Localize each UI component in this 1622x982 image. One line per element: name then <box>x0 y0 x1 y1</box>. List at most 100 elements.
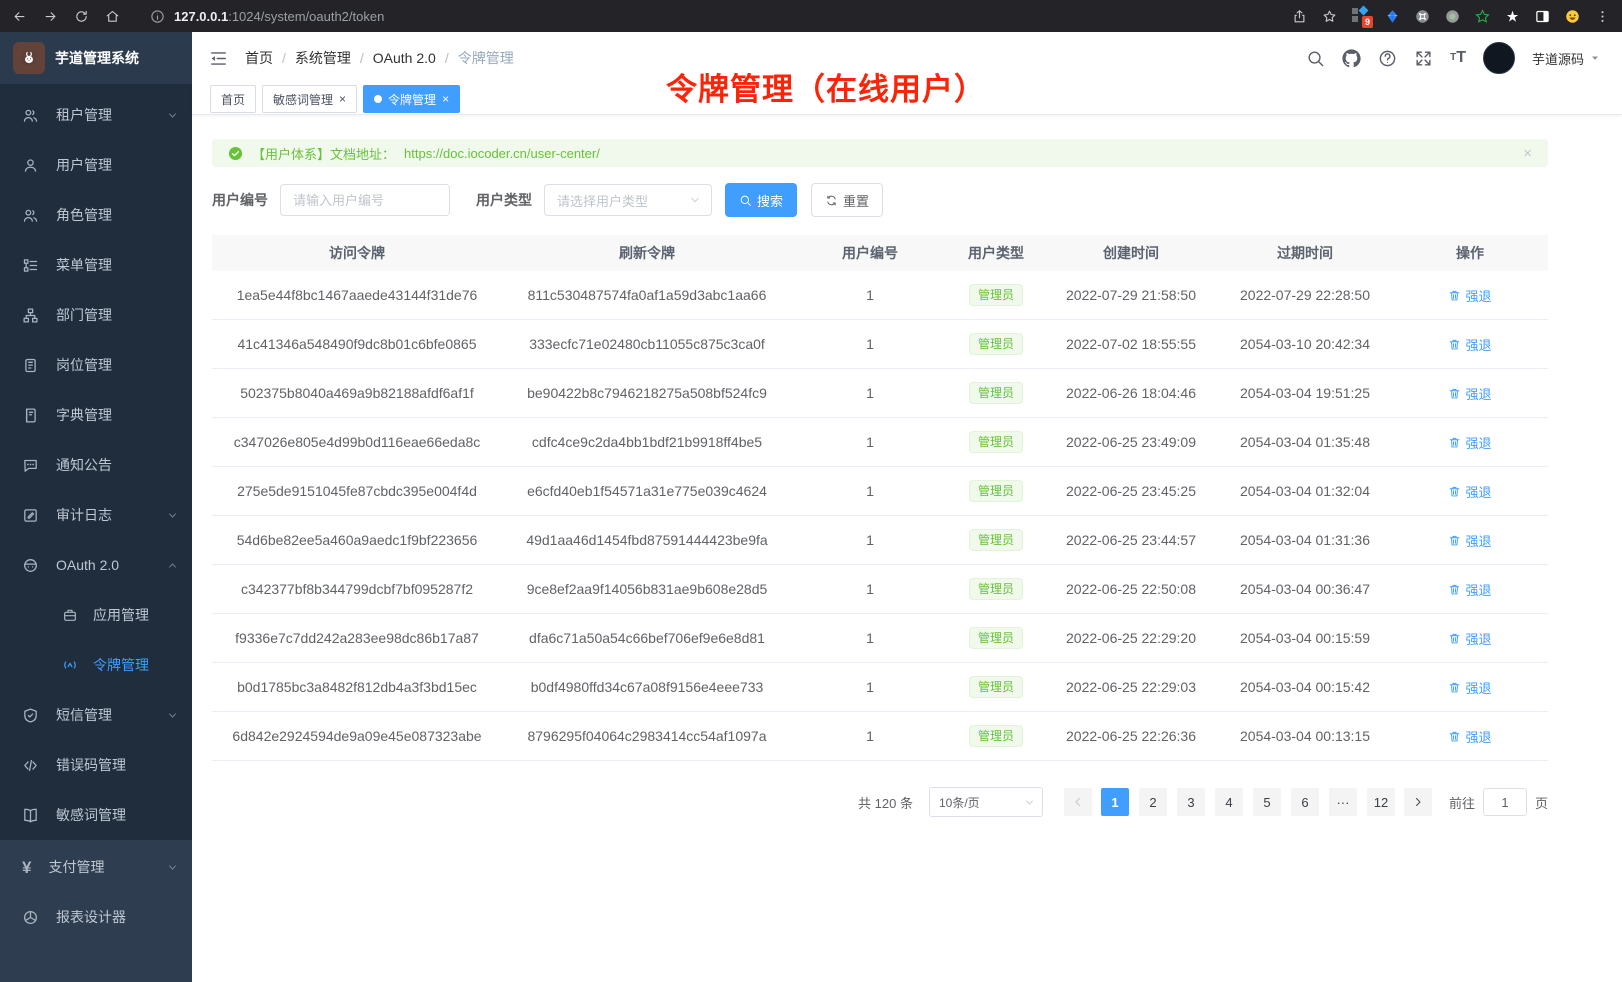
access-token-cell: 54d6be82ee5a460a9aedc1f9bf223656 <box>237 532 478 548</box>
sidebar-menu: 租户管理用户管理角色管理菜单管理部门管理岗位管理字典管理通知公告审计日志 OAut… <box>0 84 192 840</box>
chevron-down-icon <box>689 194 701 206</box>
sidebar-item-2[interactable]: 角色管理 <box>0 190 192 240</box>
expire-time-cell: 2022-07-29 22:28:50 <box>1240 287 1370 303</box>
sidebar-item-6[interactable]: 字典管理 <box>0 390 192 440</box>
sidebar-item-label: OAuth 2.0 <box>56 557 119 573</box>
user-type-select[interactable]: 请选择用户类型 <box>544 184 712 216</box>
force-logout-label: 强退 <box>1465 727 1491 746</box>
doc-link[interactable]: https://doc.iocoder.cn/user-center/ <box>404 146 600 161</box>
user-avatar[interactable] <box>1483 42 1515 74</box>
page-info-icon[interactable] <box>150 9 165 24</box>
tab-close-icon[interactable]: × <box>339 92 346 106</box>
cell-access: b0d1785bc3a8482f812db4a3f3bd15ec <box>212 679 502 695</box>
goto-page-input[interactable] <box>1483 788 1527 816</box>
force-logout-label: 强退 <box>1465 678 1491 697</box>
sidebar-item-1[interactable]: 用户管理 <box>0 140 192 190</box>
alert-close-icon[interactable]: × <box>1523 145 1532 162</box>
reset-button[interactable]: 重置 <box>811 183 883 217</box>
breadcrumb-item-0[interactable]: 首页 <box>245 48 273 68</box>
sidebar-item-11[interactable]: 令牌管理 <box>0 640 192 690</box>
emoji-profile-icon[interactable] <box>1565 9 1580 24</box>
page-button-5[interactable]: 5 <box>1253 788 1281 816</box>
url-bar[interactable]: 127.0.0.1:1024/system/oauth2/token <box>150 9 384 24</box>
sidebar-item-9[interactable]: OAuth 2.0 <box>0 540 192 590</box>
page-size-select[interactable]: 10条/页 <box>929 787 1043 817</box>
user-id-cell: 1 <box>866 336 874 352</box>
browser-forward-icon[interactable] <box>43 9 58 24</box>
sidebar-item-7[interactable]: 通知公告 <box>0 440 192 490</box>
sidebar-item-13[interactable]: 错误码管理 <box>0 740 192 790</box>
browser-back-icon[interactable] <box>12 9 27 24</box>
sidebar-item-8[interactable]: 审计日志 <box>0 490 192 540</box>
sidebar-item-label: 敏感词管理 <box>56 805 126 825</box>
user-id-input[interactable] <box>280 184 450 216</box>
user-menu[interactable]: 芋道源码 <box>1532 49 1600 68</box>
sidebar-item-5[interactable]: 岗位管理 <box>0 340 192 390</box>
sidebar-item-15[interactable]: ¥支付管理 <box>0 842 192 892</box>
cell-action: 强退 <box>1392 482 1548 501</box>
force-logout-button[interactable]: 强退 <box>1448 384 1491 403</box>
app-logo[interactable]: 芋道管理系统 <box>0 32 192 84</box>
page-button-12[interactable]: 12 <box>1367 788 1395 816</box>
tab-close-icon[interactable]: × <box>442 92 449 106</box>
page-button-6[interactable]: 6 <box>1291 788 1319 816</box>
sidebar-item-16[interactable]: 报表设计器 <box>0 892 192 942</box>
prev-page-button[interactable] <box>1064 788 1092 816</box>
breadcrumb-item-1[interactable]: 系统管理 <box>295 48 351 68</box>
force-logout-button[interactable]: 强退 <box>1448 727 1491 746</box>
extension-grid-icon[interactable]: 9 <box>1352 7 1370 25</box>
sidebar-item-3[interactable]: 菜单管理 <box>0 240 192 290</box>
force-logout-button[interactable]: 强退 <box>1448 531 1491 550</box>
browser-home-icon[interactable] <box>105 9 120 24</box>
sidebar-item-0[interactable]: 租户管理 <box>0 90 192 140</box>
browser-menu-icon[interactable] <box>1595 9 1610 24</box>
breadcrumb-item-2[interactable]: OAuth 2.0 <box>373 50 436 66</box>
font-size-icon[interactable]: TT <box>1450 50 1466 66</box>
tab-2[interactable]: 令牌管理× <box>363 85 460 113</box>
breadcrumb-item-3[interactable]: 令牌管理 <box>458 48 514 68</box>
white-star-extension-icon[interactable] <box>1505 9 1520 24</box>
green-star-extension-icon[interactable] <box>1475 9 1490 24</box>
page-button-4[interactable]: 4 <box>1215 788 1243 816</box>
browser-reload-icon[interactable] <box>74 9 89 24</box>
chevron-down-icon <box>1024 797 1035 808</box>
tab-0[interactable]: 首页 <box>210 85 256 113</box>
search-button[interactable]: 搜索 <box>725 183 797 217</box>
cell-refresh: 333ecfc71e02480cb11055c875c3ca0f <box>502 336 792 352</box>
side-panel-icon[interactable] <box>1535 9 1550 24</box>
rabbit-logo-icon <box>13 42 45 74</box>
page-button-1[interactable]: 1 <box>1101 788 1129 816</box>
tab-1[interactable]: 敏感词管理× <box>262 85 357 113</box>
sidebar-item-14[interactable]: 敏感词管理 <box>0 790 192 840</box>
record-circle-extension-icon[interactable] <box>1445 9 1460 24</box>
gray-circle-extension-icon[interactable] <box>1415 9 1430 24</box>
next-page-button[interactable] <box>1404 788 1432 816</box>
sidebar-item-10[interactable]: 应用管理 <box>0 590 192 640</box>
access-token-cell: 6d842e2924594de9a09e45e087323abe <box>232 728 481 744</box>
collapse-sidebar-icon[interactable] <box>209 49 228 68</box>
force-logout-button[interactable]: 强退 <box>1448 580 1491 599</box>
user-id-cell: 1 <box>866 679 874 695</box>
force-logout-button[interactable]: 强退 <box>1448 335 1491 354</box>
sidebar-item-4[interactable]: 部门管理 <box>0 290 192 340</box>
page-ellipsis[interactable]: ··· <box>1329 788 1357 816</box>
search-icon[interactable] <box>1306 49 1325 68</box>
force-logout-button[interactable]: 强退 <box>1448 629 1491 648</box>
fullscreen-icon[interactable] <box>1414 49 1433 68</box>
force-logout-button[interactable]: 强退 <box>1448 286 1491 305</box>
page-button-3[interactable]: 3 <box>1177 788 1205 816</box>
help-icon[interactable] <box>1378 49 1397 68</box>
share-icon[interactable] <box>1292 9 1307 24</box>
force-logout-button[interactable]: 强退 <box>1448 678 1491 697</box>
user-id-cell: 1 <box>866 385 874 401</box>
page-button-2[interactable]: 2 <box>1139 788 1167 816</box>
bookmark-star-icon[interactable] <box>1322 9 1337 24</box>
app-title: 芋道管理系统 <box>55 48 139 68</box>
force-logout-button[interactable]: 强退 <box>1448 482 1491 501</box>
sidebar-item-12[interactable]: 短信管理 <box>0 690 192 740</box>
created-time-cell: 2022-07-29 21:58:50 <box>1066 287 1196 303</box>
gem-extension-icon[interactable] <box>1385 9 1400 24</box>
github-icon[interactable] <box>1342 49 1361 68</box>
created-time-cell: 2022-06-25 22:29:20 <box>1066 630 1196 646</box>
force-logout-button[interactable]: 强退 <box>1448 433 1491 452</box>
